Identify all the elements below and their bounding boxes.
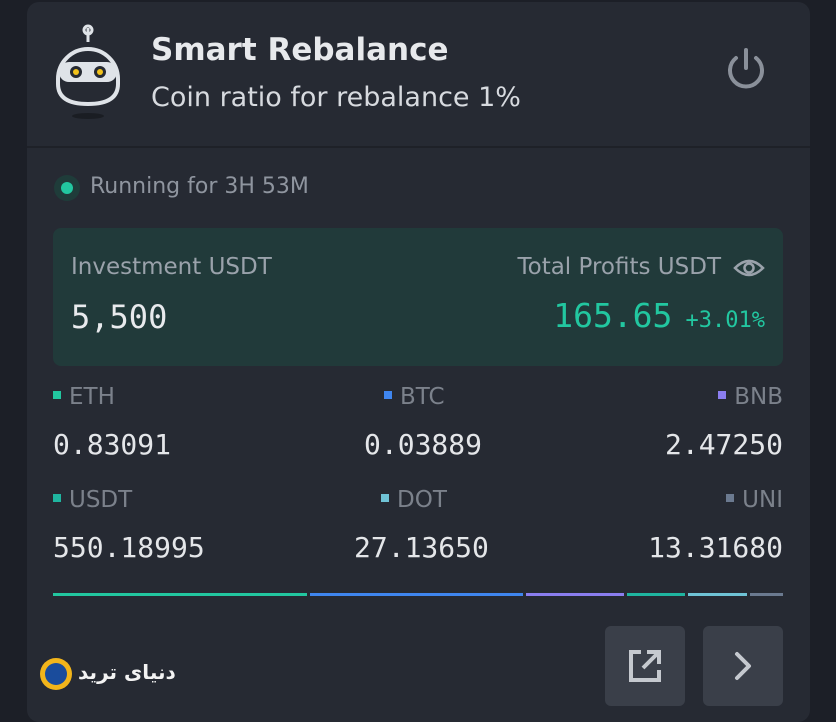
coin-color-swatch bbox=[53, 390, 61, 399]
coin-color-swatch bbox=[53, 493, 61, 502]
profit-value: 165.65 bbox=[553, 296, 673, 335]
allocation-bar-uni bbox=[750, 593, 783, 596]
share-icon bbox=[629, 650, 661, 682]
coin-btc: BTC 0.03889 bbox=[354, 384, 584, 474]
coin-amount: 2.47250 bbox=[664, 428, 783, 461]
coin-label: BTC bbox=[384, 384, 445, 410]
status-indicator bbox=[54, 175, 80, 201]
status-text: Running for 3H 53M bbox=[90, 174, 309, 199]
globe-icon bbox=[40, 658, 72, 690]
coin-label: ETH bbox=[53, 384, 115, 410]
card-header: Smart Rebalance Coin ratio for rebalance… bbox=[27, 2, 810, 147]
coin-name: ETH bbox=[69, 384, 115, 410]
eye-icon[interactable] bbox=[733, 254, 765, 282]
profit-row: 165.65 +3.01% bbox=[553, 296, 765, 335]
investment-label: Investment USDT bbox=[71, 254, 272, 280]
coin-amount: 550.18995 bbox=[53, 531, 205, 564]
coin-name: DOT bbox=[397, 487, 447, 513]
allocation-bar-eth bbox=[53, 593, 307, 596]
coin-name: BTC bbox=[400, 384, 445, 410]
coin-amount: 0.83091 bbox=[53, 428, 172, 461]
coin-amount: 0.03889 bbox=[364, 428, 483, 461]
allocation-bar-dot bbox=[688, 593, 747, 596]
bot-subtitle: Coin ratio for rebalance 1% bbox=[151, 82, 521, 113]
coin-color-swatch bbox=[384, 390, 392, 399]
coin-eth: ETH 0.83091 bbox=[53, 384, 283, 474]
coin-name: UNI bbox=[742, 487, 783, 513]
coin-label: UNI bbox=[726, 487, 783, 513]
bot-title: Smart Rebalance bbox=[151, 32, 449, 68]
details-button[interactable] bbox=[703, 626, 783, 706]
coin-bnb: BNB 2.47250 bbox=[553, 384, 783, 474]
coin-label: BNB bbox=[718, 384, 783, 410]
coin-color-swatch bbox=[726, 493, 735, 502]
status-dot-icon bbox=[61, 182, 73, 194]
allocation-bar-btc bbox=[310, 593, 523, 596]
watermark-logo: دنیای ترید bbox=[40, 656, 176, 694]
coin-amount: 13.31680 bbox=[648, 531, 783, 564]
coin-amount: 27.13650 bbox=[354, 531, 489, 564]
summary-panel: Investment USDT 5,500 Total Profits USDT… bbox=[53, 228, 783, 366]
divider bbox=[27, 146, 810, 148]
robot-icon bbox=[56, 24, 120, 119]
profit-percent: +3.01% bbox=[685, 308, 765, 333]
chevron-right-icon bbox=[735, 652, 751, 680]
coin-label: DOT bbox=[381, 487, 447, 513]
bot-card: Smart Rebalance Coin ratio for rebalance… bbox=[27, 2, 810, 722]
power-icon[interactable] bbox=[723, 46, 769, 92]
allocation-bar-bnb bbox=[526, 593, 624, 596]
watermark-text: دنیای ترید bbox=[78, 660, 176, 684]
coin-color-swatch bbox=[381, 493, 389, 502]
share-button[interactable] bbox=[605, 626, 685, 706]
coin-label: USDT bbox=[53, 487, 132, 513]
coin-name: BNB bbox=[734, 384, 783, 410]
investment-value: 5,500 bbox=[71, 298, 168, 336]
total-profits-label: Total Profits USDT bbox=[517, 254, 721, 280]
coin-name: USDT bbox=[69, 487, 133, 513]
coin-uni: UNI 13.31680 bbox=[553, 487, 783, 577]
allocation-bar-usdt bbox=[627, 593, 685, 596]
coin-dot: DOT 27.13650 bbox=[354, 487, 584, 577]
coin-usdt: USDT 550.18995 bbox=[53, 487, 283, 577]
coin-color-swatch bbox=[718, 390, 727, 399]
